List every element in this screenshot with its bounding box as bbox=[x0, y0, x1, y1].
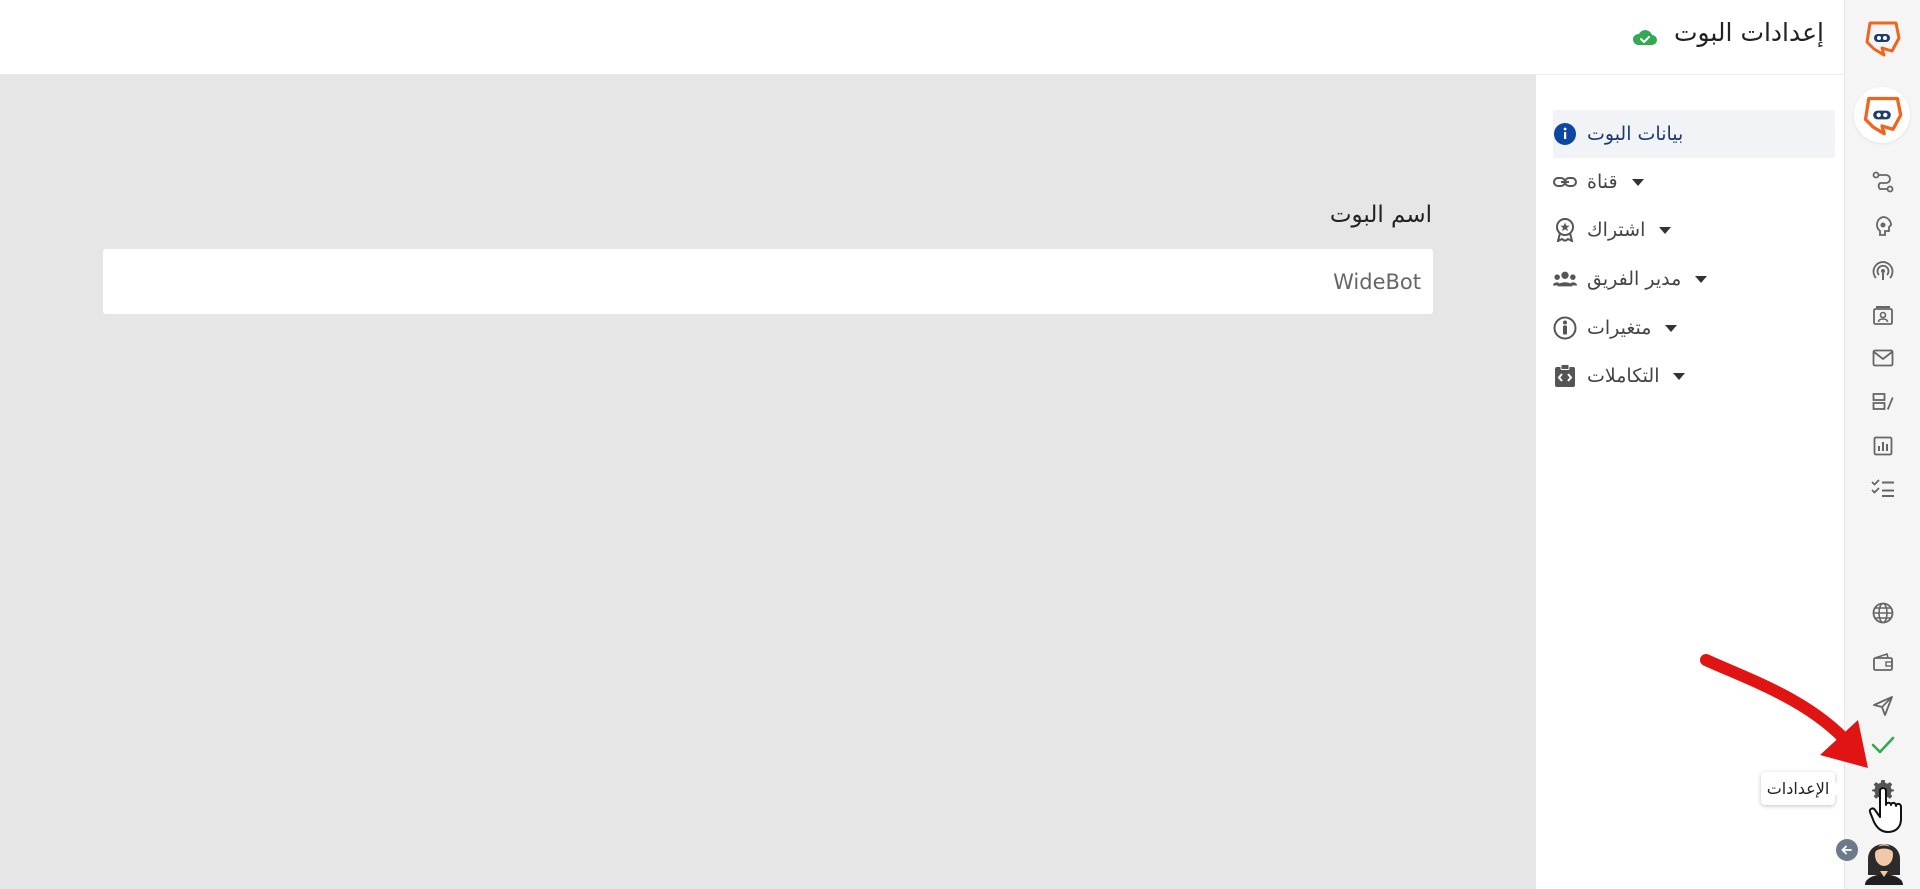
nav-item-bot-data[interactable]: بيانات البوت bbox=[1553, 110, 1835, 158]
flow-icon[interactable] bbox=[1869, 168, 1897, 196]
nav-item-label: اشتراك bbox=[1587, 219, 1646, 241]
nav-item-variables[interactable]: متغيرات bbox=[1553, 304, 1835, 352]
nav-item-label: متغيرات bbox=[1587, 317, 1652, 339]
globe-icon[interactable] bbox=[1869, 599, 1897, 627]
users-icon bbox=[1553, 267, 1577, 291]
wallet-icon[interactable] bbox=[1869, 648, 1897, 676]
page-header: إعدادات البوت bbox=[0, 0, 1844, 75]
nav-item-channel[interactable]: قناة bbox=[1553, 158, 1835, 206]
nav-item-label: مدير الفريق bbox=[1587, 268, 1682, 290]
nav-item-label: التكاملات bbox=[1587, 365, 1660, 387]
mail-icon[interactable] bbox=[1869, 344, 1897, 372]
award-icon bbox=[1553, 218, 1577, 242]
cloud-check-icon bbox=[1632, 27, 1658, 47]
gear-icon[interactable] bbox=[1869, 776, 1897, 804]
check-icon[interactable] bbox=[1869, 731, 1897, 759]
nav-item-subscription[interactable]: اشتراك bbox=[1553, 206, 1835, 254]
chevron-down-icon bbox=[1631, 178, 1644, 186]
template-edit-icon[interactable] bbox=[1869, 388, 1897, 416]
send-icon[interactable] bbox=[1869, 692, 1897, 720]
widebot-logo-icon[interactable] bbox=[1862, 18, 1902, 58]
settings-nav: بيانات البوت قناة اشتراك مدير الفريق متغ… bbox=[1536, 75, 1844, 889]
broadcast-icon[interactable] bbox=[1869, 257, 1897, 285]
analytics-icon[interactable] bbox=[1869, 432, 1897, 460]
chevron-down-icon bbox=[1695, 275, 1708, 283]
main-content: اسم البوت bbox=[0, 75, 1536, 889]
checklist-icon[interactable] bbox=[1869, 474, 1897, 502]
bot-name-label: اسم البوت bbox=[1329, 202, 1432, 228]
nav-item-team-manager[interactable]: مدير الفريق bbox=[1553, 255, 1835, 303]
chevron-down-icon bbox=[1659, 226, 1672, 234]
nav-item-integrations[interactable]: التكاملات bbox=[1553, 352, 1835, 400]
bot-avatar[interactable] bbox=[1854, 87, 1910, 143]
settings-tooltip: الإعدادات bbox=[1761, 772, 1842, 805]
chevron-down-icon bbox=[1665, 324, 1678, 332]
tooltip-text: الإعدادات bbox=[1766, 779, 1830, 798]
chevron-down-icon bbox=[1673, 372, 1686, 380]
arrow-left-icon bbox=[1841, 845, 1852, 855]
contacts-icon[interactable] bbox=[1869, 301, 1897, 329]
user-avatar[interactable] bbox=[1862, 825, 1906, 885]
ai-brain-icon[interactable] bbox=[1869, 212, 1897, 240]
code-clipboard-icon bbox=[1553, 364, 1577, 388]
collapse-sidebar-button[interactable] bbox=[1836, 839, 1858, 861]
bot-name-input[interactable] bbox=[103, 249, 1433, 314]
icon-rail bbox=[1844, 0, 1920, 889]
info-icon bbox=[1553, 122, 1577, 146]
page-title: إعدادات البوت bbox=[1673, 18, 1824, 47]
person-circle-icon bbox=[1553, 316, 1577, 340]
nav-item-label: بيانات البوت bbox=[1587, 123, 1684, 145]
nav-item-label: قناة bbox=[1587, 171, 1618, 193]
link-icon bbox=[1553, 170, 1577, 194]
